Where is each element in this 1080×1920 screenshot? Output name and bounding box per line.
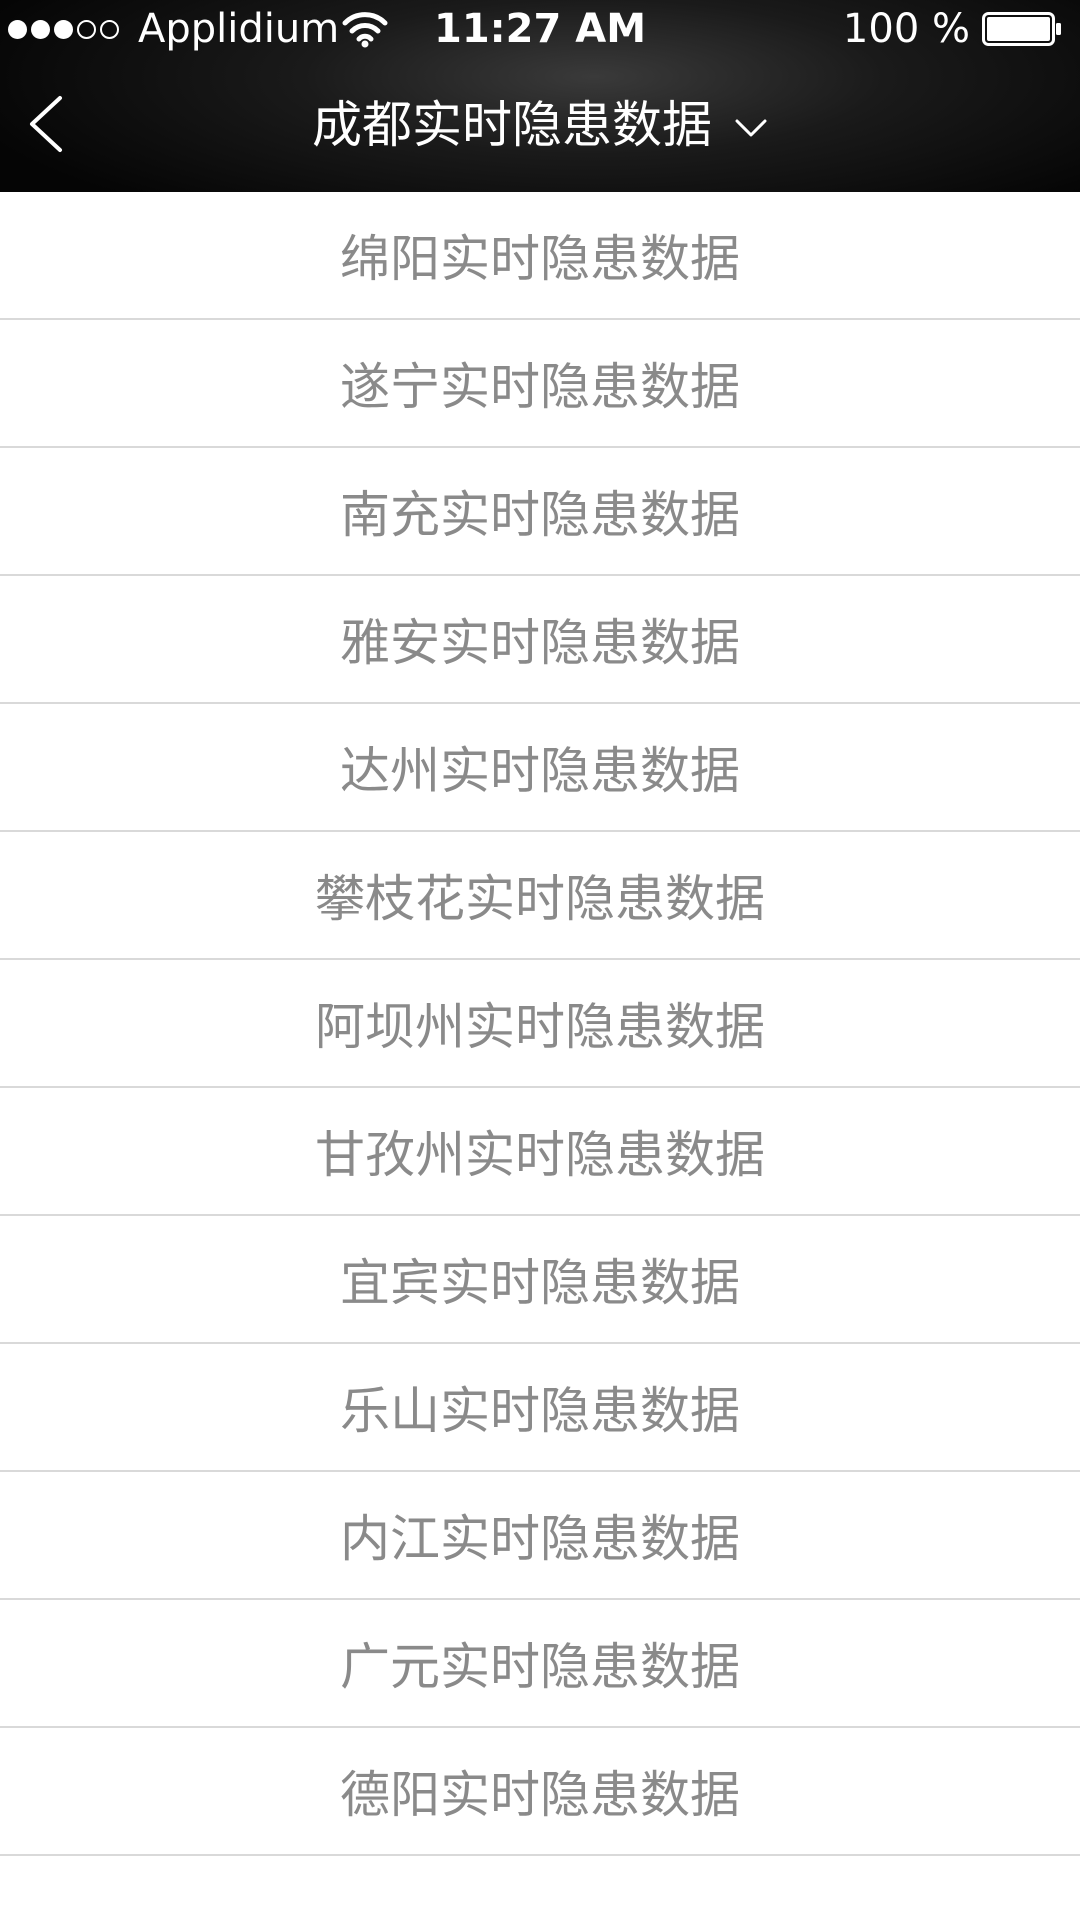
list-item-label: 阿坝州实时隐患数据	[315, 998, 765, 1056]
list-item[interactable]: 达州实时隐患数据	[0, 704, 1080, 832]
list-item-label: 德阳实时隐患数据	[340, 1766, 740, 1824]
list-item[interactable]: 德阳实时隐患数据	[0, 1728, 1080, 1856]
battery-icon	[982, 12, 1061, 46]
list-item[interactable]: 内江实时隐患数据	[0, 1472, 1080, 1600]
list-item-label: 达州实时隐患数据	[340, 742, 740, 800]
list-item-label: 乐山实时隐患数据	[340, 1382, 740, 1440]
city-dropdown-toggle[interactable]: 成都实时隐患数据	[0, 58, 1080, 192]
page-title: 成都实时隐患数据	[312, 96, 712, 154]
header: Applidium 11:27 AM 100 % 成都实时隐患数据	[0, 0, 1080, 192]
list-item-label: 内江实时隐患数据	[340, 1510, 740, 1568]
battery-percent: 100 %	[842, 6, 970, 52]
list-item-label: 甘孜州实时隐患数据	[315, 1126, 765, 1184]
list-item-label: 广元实时隐患数据	[340, 1638, 740, 1696]
list-item[interactable]: 南充实时隐患数据	[0, 448, 1080, 576]
list-item[interactable]: 甘孜州实时隐患数据	[0, 1088, 1080, 1216]
list-item[interactable]: 攀枝花实时隐患数据	[0, 832, 1080, 960]
list-item-label: 遂宁实时隐患数据	[340, 358, 740, 416]
navigation-bar: 成都实时隐患数据	[0, 58, 1080, 192]
list-item-label: 宜宾实时隐患数据	[340, 1254, 740, 1312]
list-item[interactable]: 广元实时隐患数据	[0, 1600, 1080, 1728]
list-item[interactable]: 遂宁实时隐患数据	[0, 320, 1080, 448]
city-list: 绵阳实时隐患数据 遂宁实时隐患数据 南充实时隐患数据 雅安实时隐患数据 达州实时…	[0, 192, 1080, 1856]
list-item-label: 南充实时隐患数据	[340, 486, 740, 544]
list-item-label: 绵阳实时隐患数据	[340, 230, 740, 288]
list-item[interactable]: 雅安实时隐患数据	[0, 576, 1080, 704]
status-bar: Applidium 11:27 AM 100 %	[0, 0, 1080, 58]
list-item[interactable]: 乐山实时隐患数据	[0, 1344, 1080, 1472]
chevron-down-icon	[735, 119, 767, 137]
list-item[interactable]: 宜宾实时隐患数据	[0, 1216, 1080, 1344]
list-item[interactable]: 阿坝州实时隐患数据	[0, 960, 1080, 1088]
list-item-label: 攀枝花实时隐患数据	[315, 870, 765, 928]
list-item-label: 雅安实时隐患数据	[340, 614, 740, 672]
list-item[interactable]: 绵阳实时隐患数据	[0, 192, 1080, 320]
